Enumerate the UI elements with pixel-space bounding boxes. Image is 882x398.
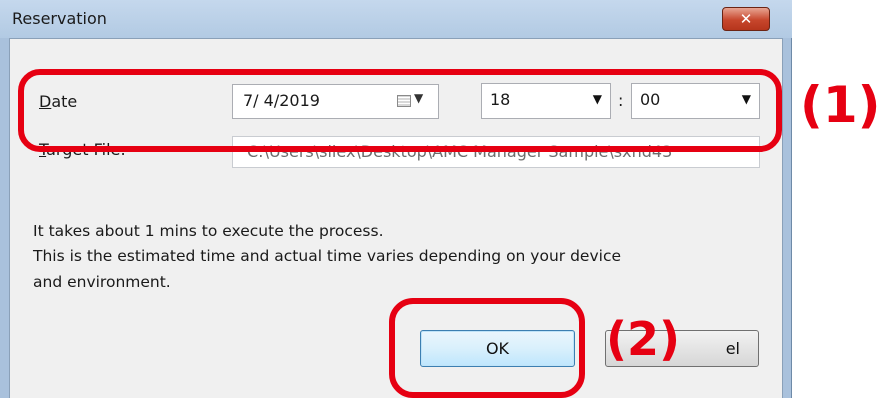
callout-box-1 [18, 69, 782, 152]
title-bar[interactable]: Reservation ✕ [0, 0, 792, 38]
callout-box-2 [389, 298, 585, 398]
message-line-3: and environment. [33, 273, 171, 291]
message-line-2: This is the estimated time and actual ti… [33, 247, 622, 265]
close-icon: ✕ [739, 10, 753, 28]
close-button[interactable]: ✕ [722, 7, 770, 31]
message-line-1: It takes about 1 mins to execute the pro… [33, 222, 384, 240]
callout-label-1: (1) [800, 76, 881, 134]
window-title: Reservation [12, 9, 107, 28]
callout-label-2: (2) [606, 312, 681, 366]
